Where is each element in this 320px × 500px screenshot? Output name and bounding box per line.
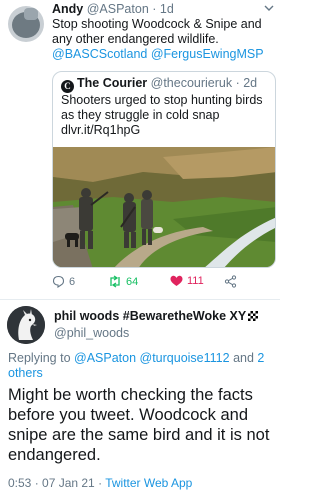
checkered-flag-icon bbox=[248, 311, 259, 321]
reply-count: 6 bbox=[69, 275, 76, 288]
retweet-button[interactable]: 64 bbox=[108, 275, 138, 288]
tweet-text: Might be worth checking the facts before… bbox=[8, 386, 270, 464]
chevron-down-icon[interactable] bbox=[264, 2, 274, 16]
quoted-tweet[interactable]: C The Courier @thecourieruk · 2d Shooters… bbox=[52, 71, 276, 268]
quoted-photo-shooters[interactable] bbox=[53, 147, 276, 268]
author-name[interactable]: Andy bbox=[52, 2, 83, 16]
tweet-andy[interactable]: Andy @ASPaton · 1d Stop shooting Woodcoc… bbox=[0, 0, 280, 300]
retweet-count: 64 bbox=[126, 275, 139, 288]
share-icon bbox=[224, 275, 237, 288]
tweet-time[interactable]: 1d bbox=[160, 2, 174, 16]
heart-icon bbox=[170, 275, 183, 286]
like-count: 111 bbox=[187, 275, 204, 287]
share-button[interactable] bbox=[224, 275, 237, 288]
tweet-header[interactable]: phil woods #BewaretheWoke XY bbox=[54, 309, 259, 323]
quoted-author-name: The Courier bbox=[77, 76, 148, 90]
author-handle[interactable]: @ASPaton bbox=[87, 2, 149, 16]
quoted-time: 2d bbox=[243, 76, 258, 90]
tweet-actions: 6 64 111 bbox=[52, 275, 276, 293]
separator: · bbox=[232, 76, 244, 90]
replying-prefix: Replying to bbox=[8, 351, 75, 365]
replying-and: and bbox=[229, 351, 258, 365]
retweet-icon bbox=[110, 275, 120, 288]
author-name[interactable]: phil woods #BewaretheWoke XY bbox=[54, 309, 246, 323]
reply-button[interactable]: 6 bbox=[52, 275, 75, 288]
mention-links[interactable]: @BASCScotland @FergusEwingMSP bbox=[52, 47, 264, 61]
replying-to: Replying to @ASPaton @turquoise1112 and … bbox=[8, 351, 276, 381]
courier-logo-icon: C bbox=[61, 80, 74, 93]
tweet-text: Stop shooting Woodcock & Snipe and any o… bbox=[52, 17, 262, 46]
quoted-text: Shooters urged to stop hunting birds as … bbox=[61, 93, 263, 137]
source-link[interactable]: Twitter Web App bbox=[105, 476, 192, 490]
avatar[interactable] bbox=[8, 6, 44, 42]
tweet-text-block: Stop shooting Woodcock & Snipe and any o… bbox=[52, 17, 276, 62]
separator: · bbox=[148, 2, 160, 16]
quoted-author-handle: @thecourieruk bbox=[150, 76, 233, 90]
quoted-header: C The Courier @thecourieruk · 2d bbox=[61, 76, 257, 93]
timestamp: 0:53 · 07 Jan 21 · bbox=[8, 476, 106, 490]
like-button[interactable]: 111 bbox=[170, 275, 204, 287]
tweet-header: Andy @ASPaton · 1d bbox=[52, 2, 174, 16]
reply-mentions[interactable]: @ASPaton @turquoise1112 bbox=[74, 351, 230, 365]
tweet-phil-woods[interactable]: phil woods #BewaretheWoke XY @phil_woods… bbox=[0, 300, 280, 500]
reply-icon bbox=[52, 275, 65, 288]
tweet-footer: 0:53 · 07 Jan 21 · Twitter Web App bbox=[8, 476, 192, 490]
author-handle[interactable]: @phil_woods bbox=[54, 326, 129, 340]
avatar[interactable] bbox=[7, 306, 45, 344]
